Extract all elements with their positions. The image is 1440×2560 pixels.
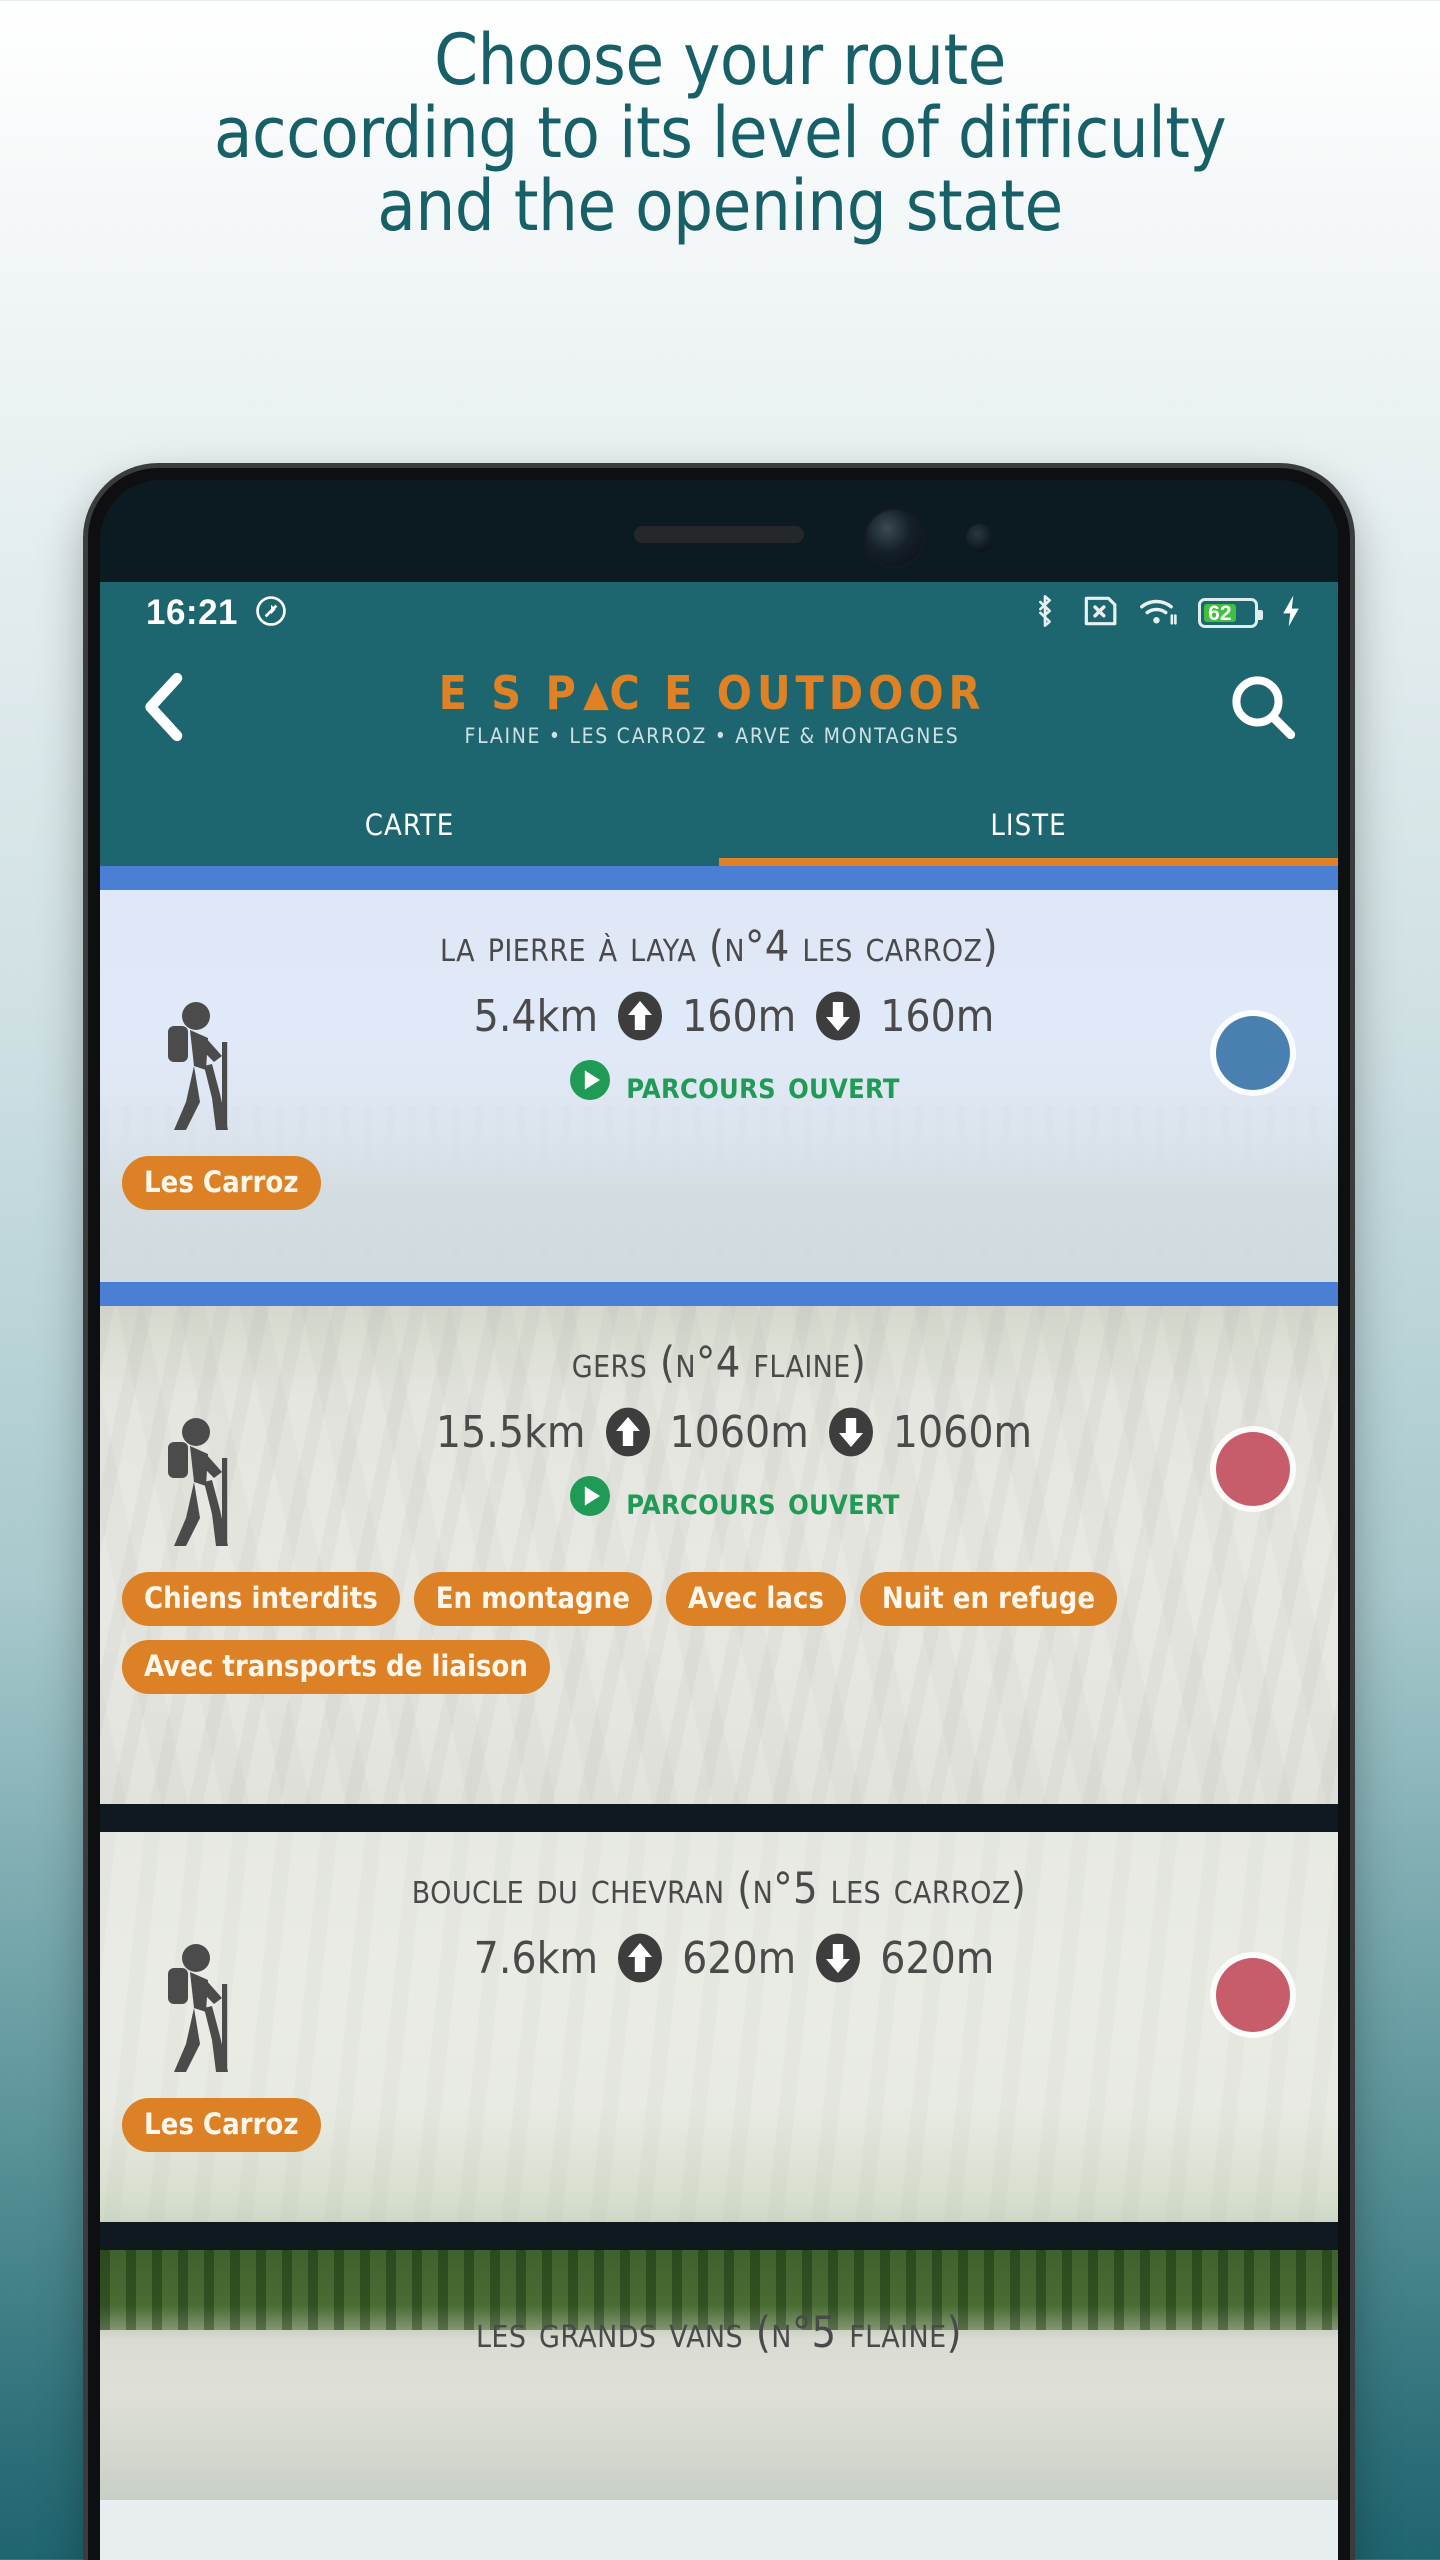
back-chevron-icon [138,671,192,748]
app-logo-title-part1: E S P [438,666,581,721]
ascent-arrow-icon [616,1932,664,1984]
app-top-bar: 16:21 62 E S P C E OUTDOOR FLAINE • LES … [100,582,1338,866]
route-ascent: 620m [682,1932,797,1984]
descent-arrow-icon [814,1932,862,1984]
status-time: 16:21 [146,593,239,632]
headline-line-3: and the opening state [377,165,1063,247]
route-descent: 620m [880,1932,995,1984]
card-separator [100,2222,1338,2250]
route-stats: 7.6km 620m 620m [300,1932,1168,1984]
route-title: Boucle du Chevran (n°5 Les Carroz) [411,1864,1027,1914]
page-headline: Choose your route according to its level… [0,24,1440,243]
rotation-lock-icon [254,594,288,633]
route-tag[interactable]: Nuit en refuge [859,1572,1118,1626]
logo-delta-icon [581,670,610,717]
route-tag[interactable]: Les Carroz [122,1156,321,1210]
route-tag[interactable]: Avec transports de liaison [122,1640,550,1694]
play-circle-icon [568,1058,612,1111]
route-tag[interactable]: Chiens interdits [122,1572,400,1626]
app-screen: 16:21 62 E S P C E OUTDOOR FLAINE • LES … [100,582,1338,2560]
route-stats: 5.4km 160m 160m [300,990,1168,1042]
route-status-label: Parcours ouvert [626,1062,900,1107]
play-circle-icon [568,1474,612,1527]
list-top-strip [100,866,1338,890]
earpiece-speaker [634,526,804,543]
hiker-icon [100,1406,300,1550]
route-status-label: Parcours ouvert [626,1478,900,1523]
app-logo-subtitle: FLAINE • LES CARROZ • ARVE & MONTAGNES [464,723,960,748]
view-tabs: Carte Liste [100,774,1338,866]
card-separator [100,1804,1338,1832]
app-logo: E S PC E OUTDOOR FLAINE • LES CARROZ • A… [200,670,1224,748]
tab-liste[interactable]: Liste [719,774,1338,866]
hiker-icon [100,1932,300,2076]
route-distance: 5.4km [473,990,599,1042]
route-card[interactable]: Boucle du Chevran (n°5 Les Carroz) [100,1832,1338,2222]
app-logo-title-part2: C E OUTDOOR [609,666,986,721]
route-distance: 7.6km [473,1932,599,1984]
phone-screen-bezel: 16:21 62 E S P C E OUTDOOR FLAINE • LES … [100,480,1338,2560]
route-tag[interactable]: Avec lacs [665,1572,846,1626]
route-title: La Pierre à Laya (n°4 Les Carroz) [440,922,998,972]
difficulty-badge [1216,1958,1290,2032]
search-icon [1227,671,1299,748]
route-card[interactable]: Gers (n°4 Flaine) [100,1306,1338,1804]
route-list[interactable]: La Pierre à Laya (n°4 Les Carroz) [100,866,1338,2500]
app-logo-title: E S PC E OUTDOOR [200,670,1224,717]
route-title: Les Grands Vans (n°5 Flaine) [475,2308,963,2358]
route-tags: Les Carroz [100,2076,1338,2178]
route-card[interactable]: Les Grands Vans (n°5 Flaine) [100,2250,1338,2500]
battery-percent: 62 [1208,601,1232,625]
status-bar: 16:21 62 [100,582,1338,644]
battery-indicator: 62 [1198,598,1263,628]
headline-line-1: Choose your route [434,19,1006,101]
battery-fill: 62 [1204,601,1236,625]
route-title: Gers (n°4 Flaine) [571,1338,867,1388]
route-status: Parcours ouvert [300,1058,1168,1111]
descent-arrow-icon [814,990,862,1042]
bluetooth-icon [1030,594,1060,633]
hiker-icon [100,990,300,1134]
difficulty-badge [1216,1016,1290,1090]
route-descent: 1060m [892,1406,1033,1458]
headline-line-2: according to its level of difficulty [213,92,1227,174]
app-header-row: E S PC E OUTDOOR FLAINE • LES CARROZ • A… [100,644,1338,774]
route-descent: 160m [880,990,995,1042]
wifi-icon [1138,595,1178,632]
phone-mockup: 16:21 62 E S P C E OUTDOOR FLAINE • LES … [88,468,1350,2560]
search-button[interactable] [1224,671,1302,748]
route-tags: Chiens interdits En montagne Avec lacs N… [100,1550,1338,1720]
route-status: Parcours ouvert [300,1474,1168,1527]
charging-bolt-icon [1278,594,1304,633]
route-ascent: 1060m [669,1406,809,1458]
route-distance: 15.5km [435,1406,586,1458]
back-button[interactable] [130,671,200,748]
ascent-arrow-icon [604,1406,652,1458]
route-tag[interactable]: En montagne [413,1572,652,1626]
ascent-arrow-icon [616,990,664,1042]
route-tag[interactable]: Les Carroz [122,2098,321,2152]
route-ascent: 160m [682,990,797,1042]
no-sim-icon [1080,595,1118,632]
route-card[interactable]: La Pierre à Laya (n°4 Les Carroz) [100,890,1338,1282]
tab-carte[interactable]: Carte [100,774,719,866]
front-camera-icon [866,510,922,566]
difficulty-badge [1216,1432,1290,1506]
card-bottom-strip [100,1282,1338,1306]
route-stats: 15.5km 1060m 1060m [300,1406,1168,1458]
front-sensor-icon [966,524,994,552]
descent-arrow-icon [827,1406,875,1458]
route-tags: Les Carroz [100,1134,1338,1236]
